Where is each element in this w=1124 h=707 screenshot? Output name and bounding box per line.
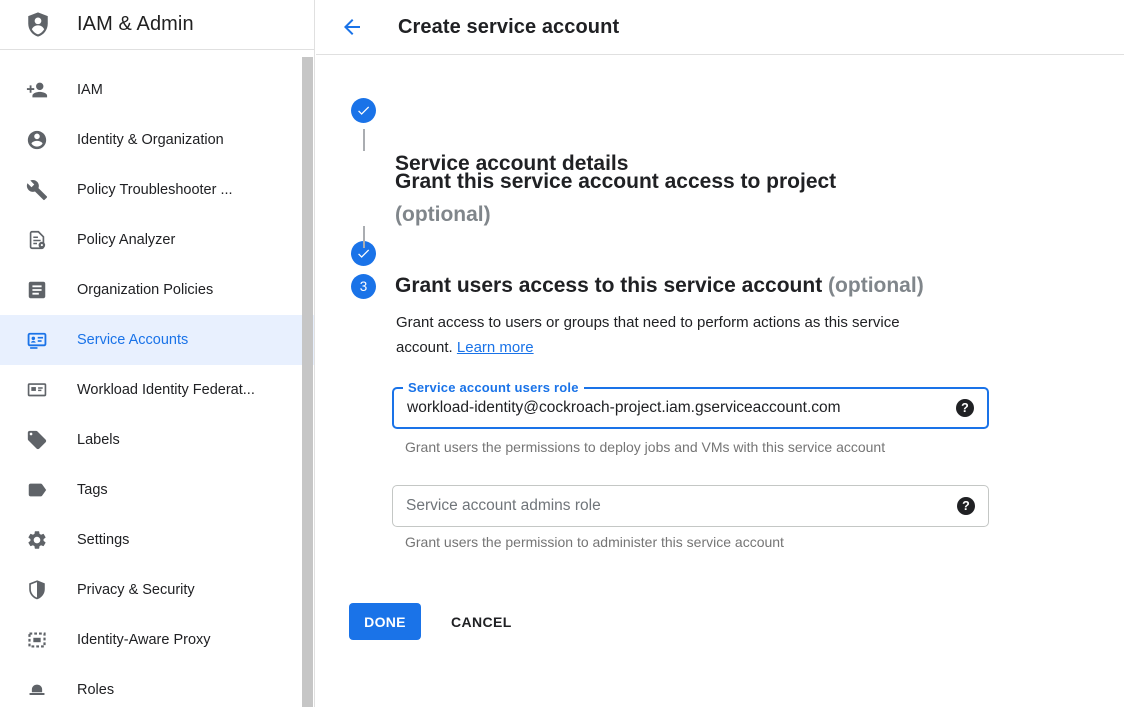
step2-title[interactable]: Grant this service account access to pro… bbox=[395, 165, 836, 231]
sidebar-item-roles[interactable]: Roles bbox=[0, 665, 314, 707]
sidebar-item-label: IAM bbox=[77, 82, 103, 98]
page-title: Create service account bbox=[398, 16, 619, 39]
sidebar: IAM & Admin IAM Identity & Organization Po… bbox=[0, 0, 315, 707]
label-tag-icon bbox=[26, 429, 48, 451]
wrench-icon bbox=[26, 179, 48, 201]
step3-number: 3 bbox=[360, 279, 368, 294]
step2-optional-label: (optional) bbox=[395, 203, 491, 226]
page-header: Create service account bbox=[316, 0, 1124, 55]
sidebar-item-organization-policies[interactable]: Organization Policies bbox=[0, 265, 314, 315]
step3-number-badge: 3 bbox=[351, 274, 376, 299]
sidebar-item-label: Labels bbox=[77, 432, 120, 448]
admins-role-helper-text: Grant users the permission to administer… bbox=[405, 534, 784, 550]
sidebar-nav: IAM Identity & Organization Policy Trouble… bbox=[0, 50, 314, 707]
sidebar-item-service-accounts[interactable]: Service Accounts bbox=[0, 315, 314, 365]
users-role-helper-text: Grant users the permissions to deploy jo… bbox=[405, 439, 885, 455]
help-icon[interactable] bbox=[957, 497, 975, 515]
step3-description: Grant access to users or groups that nee… bbox=[396, 310, 952, 360]
step1-completed-check-icon bbox=[351, 98, 376, 123]
sidebar-item-label: Identity-Aware Proxy bbox=[77, 632, 211, 648]
sidebar-item-label: Settings bbox=[77, 532, 129, 548]
done-button[interactable]: DONE bbox=[349, 603, 421, 640]
step3-title: Grant users access to this service accou… bbox=[395, 272, 924, 300]
sidebar-item-policy-troubleshooter[interactable]: Policy Troubleshooter ... bbox=[0, 165, 314, 215]
sidebar-item-label: Service Accounts bbox=[77, 332, 188, 348]
users-role-floating-label: Service account users role bbox=[403, 380, 584, 396]
sidebar-item-privacy-security[interactable]: Privacy & Security bbox=[0, 565, 314, 615]
gear-icon bbox=[26, 529, 48, 551]
sidebar-item-tags[interactable]: Tags bbox=[0, 465, 314, 515]
step3-optional-label: (optional) bbox=[828, 274, 924, 297]
proxy-frame-icon bbox=[26, 629, 48, 651]
person-add-icon bbox=[26, 79, 48, 101]
product-title: IAM & Admin bbox=[77, 13, 194, 36]
step2-title-text: Grant this service account access to pro… bbox=[395, 170, 836, 193]
sidebar-item-label: Policy Troubleshooter ... bbox=[77, 182, 233, 198]
service-account-users-role-field: Service account users role bbox=[392, 387, 989, 429]
back-arrow-button[interactable] bbox=[340, 15, 364, 39]
cancel-button[interactable]: CANCEL bbox=[435, 603, 528, 640]
sidebar-item-workload-identity-federat[interactable]: Workload Identity Federat... bbox=[0, 365, 314, 415]
sidebar-item-iam[interactable]: IAM bbox=[0, 65, 314, 115]
document-gear-icon bbox=[26, 229, 48, 251]
sidebar-item-identity-aware-proxy[interactable]: Identity-Aware Proxy bbox=[0, 615, 314, 665]
sidebar-item-identity-organization[interactable]: Identity & Organization bbox=[0, 115, 314, 165]
shield-icon bbox=[26, 579, 48, 601]
sidebar-scrollbar[interactable] bbox=[302, 57, 313, 707]
sidebar-item-label: Identity & Organization bbox=[77, 132, 224, 148]
service-account-admins-role-field bbox=[392, 485, 989, 527]
admins-role-input[interactable] bbox=[393, 486, 988, 526]
step-connector bbox=[363, 226, 365, 248]
tag-arrow-icon bbox=[26, 479, 48, 501]
identity-card-icon bbox=[26, 379, 48, 401]
main-panel: Create service account Service account d… bbox=[316, 0, 1124, 707]
arrow-back-icon bbox=[340, 15, 364, 39]
sidebar-item-labels[interactable]: Labels bbox=[0, 415, 314, 465]
sidebar-item-label: Workload Identity Federat... bbox=[77, 382, 255, 398]
service-account-icon bbox=[26, 329, 48, 351]
sidebar-header: IAM & Admin bbox=[0, 0, 314, 50]
sidebar-item-label: Tags bbox=[77, 482, 108, 498]
hat-icon bbox=[26, 679, 48, 701]
article-icon bbox=[26, 279, 48, 301]
sidebar-item-label: Organization Policies bbox=[77, 282, 213, 298]
account-circle-icon bbox=[26, 129, 48, 151]
wizard-content: Service account details Grant this servi… bbox=[316, 56, 1124, 707]
sidebar-item-label: Privacy & Security bbox=[77, 582, 195, 598]
iam-shield-logo-icon bbox=[25, 11, 51, 38]
step3-title-text: Grant users access to this service accou… bbox=[395, 274, 822, 297]
step-connector bbox=[363, 129, 365, 151]
learn-more-link[interactable]: Learn more bbox=[457, 339, 534, 356]
help-icon[interactable] bbox=[956, 399, 974, 417]
sidebar-item-policy-analyzer[interactable]: Policy Analyzer bbox=[0, 215, 314, 265]
sidebar-item-label: Policy Analyzer bbox=[77, 232, 175, 248]
sidebar-item-settings[interactable]: Settings bbox=[0, 515, 314, 565]
sidebar-item-label: Roles bbox=[77, 682, 114, 698]
